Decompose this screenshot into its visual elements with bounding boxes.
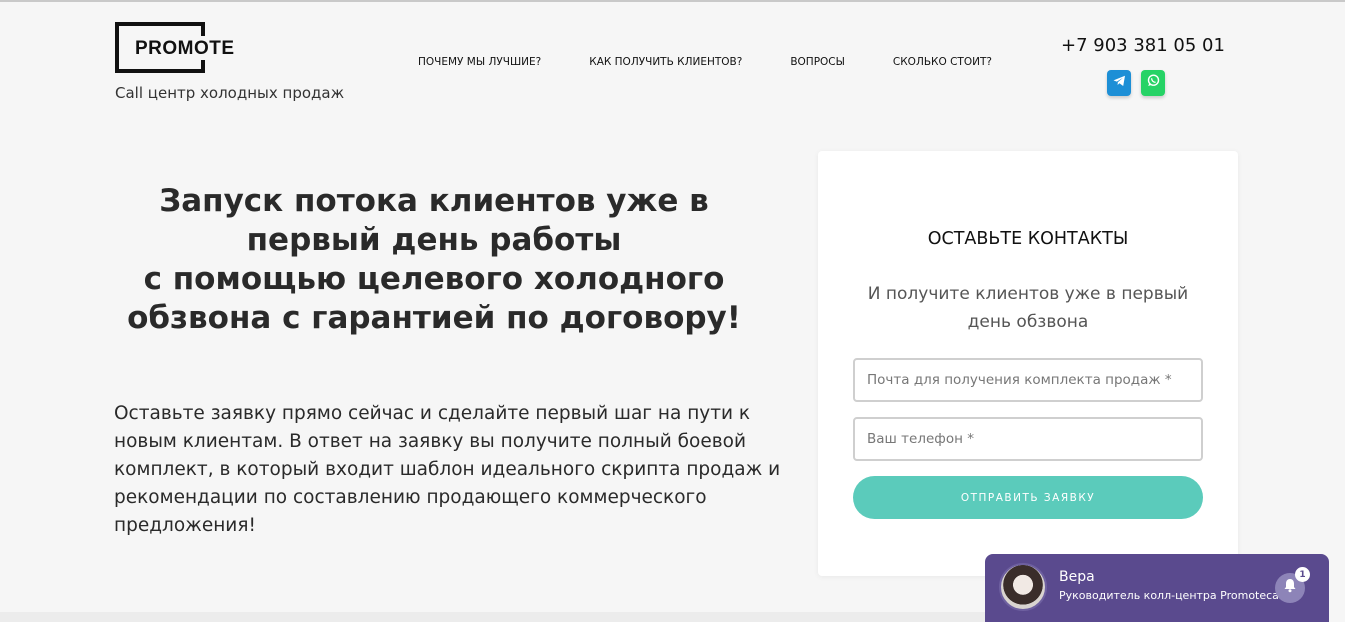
hero-title-line: первый день работы [246,222,622,258]
contact-form-card: ОСТАВЬТЕ КОНТАКТЫ И получите клиентов уж… [818,151,1238,576]
form-subtitle: И получите клиентов уже в первый день об… [867,284,1189,332]
phone-field[interactable] [853,417,1203,461]
telegram-icon [1113,74,1126,92]
hero-title-line: обзвона с гарантией по договору! [127,300,741,336]
hero-title: Запуск потока клиентов уже в первый день… [100,182,768,338]
avatar [999,563,1047,611]
notification-badge: 1 [1295,567,1310,582]
logo-text: PROMOTE [133,38,237,60]
form-title: ОСТАВЬТЕ КОНТАКТЫ [927,229,1129,249]
submit-button[interactable]: ОТПРАВИТЬ ЗАЯВКУ [853,476,1203,519]
nav-item-pricing[interactable]: СКОЛЬКО СТОИТ? [893,56,992,68]
tagline: Call центр холодных продаж [115,84,345,102]
telegram-button[interactable] [1107,70,1131,96]
top-border [0,0,1345,2]
nav-item-questions[interactable]: ВОПРОСЫ [790,56,845,68]
phone-number[interactable]: +7 903 381 05 01 [1061,35,1225,56]
main-nav: ПОЧЕМУ МЫ ЛУЧШИЕ? КАК ПОЛУЧИТЬ КЛИЕНТОВ?… [418,56,992,68]
email-field[interactable] [853,358,1203,402]
chat-widget[interactable]: Вера Руководитель колл-центра Promotecal… [985,554,1329,622]
whatsapp-button[interactable] [1141,70,1165,96]
nav-item-get-clients[interactable]: КАК ПОЛУЧИТЬ КЛИЕНТОВ? [589,56,742,68]
chat-agent-role: Руководитель колл-центра Promotecall [1059,589,1286,602]
nav-item-why-best[interactable]: ПОЧЕМУ МЫ ЛУЧШИЕ? [418,56,541,68]
hero-title-line: с помощью целевого холодного [143,261,725,297]
section-divider [0,612,985,622]
hero-description: Оставьте заявку прямо сейчас и сделайте … [114,403,781,536]
hero-title-line: Запуск потока клиентов уже в [159,183,709,219]
chat-agent-name: Вера [1059,569,1095,585]
bell-icon [1283,578,1297,598]
whatsapp-icon [1147,74,1160,92]
